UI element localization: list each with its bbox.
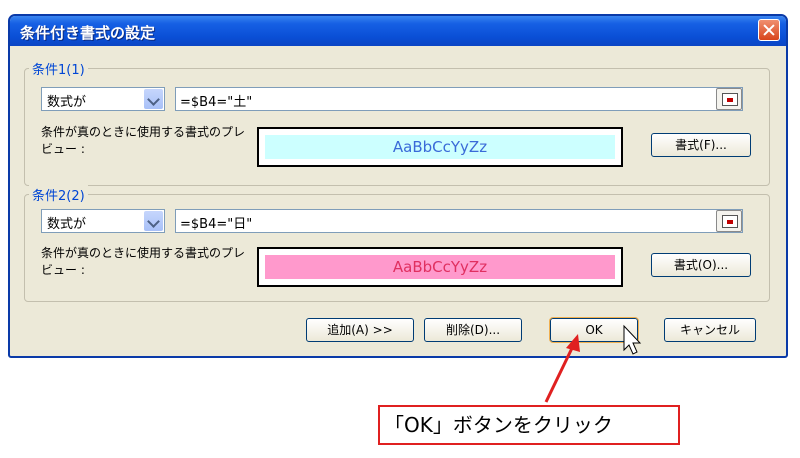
annotation-arrow-line	[544, 343, 576, 403]
mouse-cursor-icon	[623, 324, 642, 355]
annotation-overlay	[544, 324, 642, 403]
annotation-arrow-head	[566, 334, 580, 352]
annotation-callout: 「OK」ボタンをクリック	[378, 405, 680, 445]
